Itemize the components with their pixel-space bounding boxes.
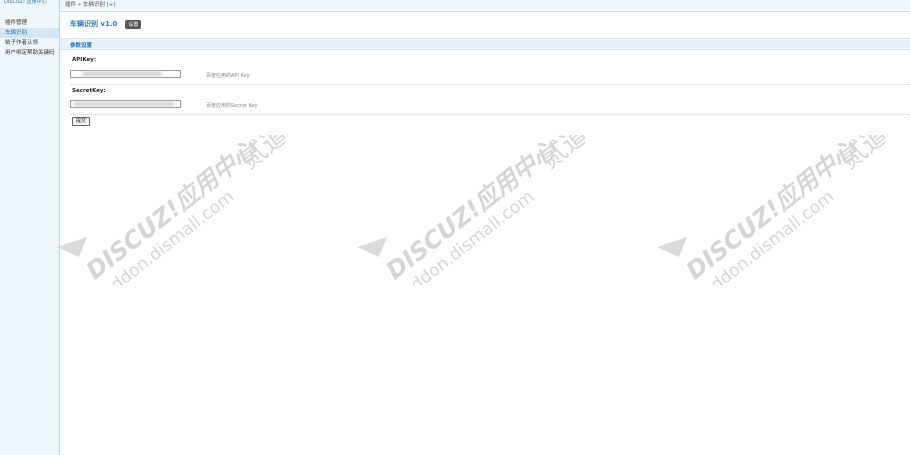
submit-button[interactable]: 提交 — [72, 117, 91, 126]
sidebar-item-plugin-manage[interactable]: 插件管理 — [0, 18, 59, 28]
field-divider — [70, 114, 910, 115]
secret-key-hint: 百度应用的Secret Key — [206, 103, 258, 109]
title-row: 车辆识别 v1.0 设置 — [70, 18, 142, 30]
sidebar-brand: DISCUZ! 应用中心 — [4, 0, 47, 5]
section-header: 参数设置 — [60, 38, 910, 50]
page-title: 车辆识别 v1.0 — [70, 20, 118, 28]
sidebar-nav: 插件管理 车辆识别 帖子作者认领 用户绑定帮助关键码 — [0, 18, 59, 58]
secret-key-label: SecretKey: — [72, 88, 106, 94]
sidebar-item-post-author-claim[interactable]: 帖子作者认领 — [0, 38, 59, 48]
breadcrumb: 插件 » 车辆识别 [+] — [60, 0, 910, 11]
breadcrumb-add-link[interactable]: [+] — [107, 2, 116, 8]
secret-key-masked-value — [74, 101, 174, 107]
sidebar: DISCUZ! 应用中心 插件管理 车辆识别 帖子作者认领 用户绑定帮助关键码 — [0, 0, 60, 455]
sidebar-item-vehicle-recognition[interactable]: 车辆识别 — [0, 28, 59, 38]
api-key-label: APIKey: — [72, 57, 97, 63]
field-divider — [70, 84, 910, 85]
topbar: 插件 » 车辆识别 [+] — [60, 0, 910, 12]
section-title: 参数设置 — [70, 43, 93, 49]
breadcrumb-path[interactable]: 插件 » 车辆识别 — [65, 2, 105, 8]
sidebar-item-user-binding[interactable]: 用户绑定帮助关键码 — [0, 48, 59, 58]
api-key-hint: 百度应用的API Key — [206, 73, 250, 79]
main-content: 车辆识别 v1.0 设置 参数设置 APIKey: 百度应用的API Key S… — [60, 12, 910, 455]
api-key-masked-value — [82, 71, 162, 77]
settings-button[interactable]: 设置 — [125, 19, 142, 29]
